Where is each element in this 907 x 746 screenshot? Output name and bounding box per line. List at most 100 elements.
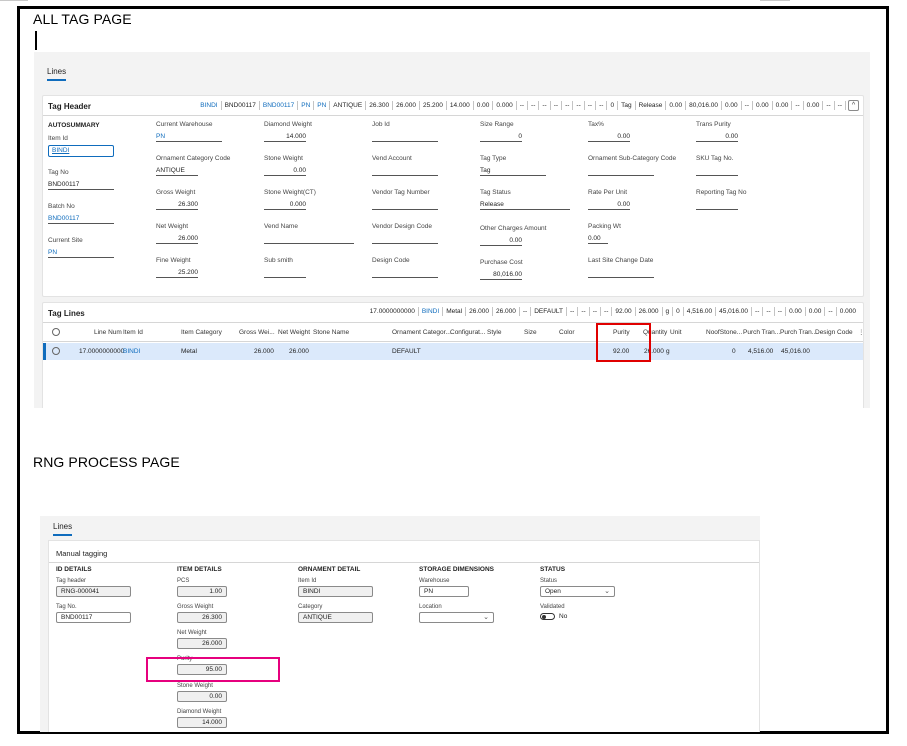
fine-weight-value[interactable]: 25.200 bbox=[156, 268, 198, 278]
tax-value[interactable]: 0.00 bbox=[588, 132, 630, 142]
net-weight-field[interactable]: Net Weight 26.000 bbox=[177, 630, 227, 649]
packing-wt-value[interactable]: 0.00 bbox=[588, 234, 608, 244]
tag-status-field[interactable]: Tag Status Release bbox=[480, 189, 570, 210]
col-line-num[interactable]: Line Num bbox=[94, 329, 122, 336]
col-style[interactable]: Style bbox=[487, 329, 501, 336]
gross-weight-value[interactable]: 26.300 bbox=[156, 200, 198, 210]
vendor-design-code-field[interactable]: Vendor Design Code bbox=[372, 223, 438, 244]
design-code-field[interactable]: Design Code bbox=[372, 257, 438, 278]
col-design-code[interactable]: Design Code bbox=[815, 329, 853, 336]
summary-value[interactable]: PN bbox=[298, 101, 315, 110]
current-warehouse-value[interactable]: PN bbox=[156, 132, 222, 142]
location-dropdown[interactable]: ⌄ bbox=[419, 612, 494, 623]
diamond-weight-field[interactable]: Diamond Weight 14.000 bbox=[177, 709, 227, 728]
tax-field[interactable]: Tax% 0.00 bbox=[588, 121, 630, 142]
packing-wt-field[interactable]: Packing Wt 0.00 bbox=[588, 223, 621, 244]
chevron-up-icon[interactable]: ^ bbox=[848, 100, 859, 111]
col-ornament-category[interactable]: Ornament Categor... bbox=[392, 329, 451, 336]
ornament-category-value[interactable]: ANTIQUE bbox=[156, 166, 198, 176]
stone-weight-ct-value[interactable]: 0.000 bbox=[264, 200, 306, 210]
last-site-change-field[interactable]: Last Site Change Date bbox=[588, 257, 654, 278]
col-unit[interactable]: Unit bbox=[670, 329, 682, 336]
job-id-value[interactable] bbox=[372, 132, 438, 142]
fine-weight-field[interactable]: Fine Weight 25.200 bbox=[156, 257, 222, 278]
vendor-tag-number-field[interactable]: Vendor Tag Number bbox=[372, 189, 438, 210]
diamond-weight-value[interactable]: 14.000 bbox=[264, 132, 306, 142]
ornament-subcategory-field[interactable]: Ornament Sub-Category Code bbox=[588, 155, 676, 176]
net-weight-input[interactable]: 26.000 bbox=[177, 638, 227, 649]
col-net-weight[interactable]: Net Weight bbox=[278, 329, 310, 336]
item-id-field[interactable]: Item Id BINDI bbox=[298, 578, 373, 597]
ornament-category-field[interactable]: Ornament Category Code ANTIQUE bbox=[156, 155, 230, 176]
location-field[interactable]: Location ⌄ bbox=[419, 604, 494, 623]
summary-value[interactable]: PN bbox=[314, 101, 331, 110]
batch-no-field[interactable]: Batch No BND00117 bbox=[48, 203, 114, 224]
purchase-cost-field[interactable]: Purchase Cost 80,016.00 bbox=[480, 259, 523, 280]
cell-item-id[interactable]: BINDI bbox=[123, 348, 140, 355]
vend-account-field[interactable]: Vend Account bbox=[372, 155, 438, 176]
other-charges-field[interactable]: Other Charges Amount 0.00 bbox=[480, 225, 546, 246]
tag-status-value[interactable]: Release bbox=[480, 200, 570, 210]
stone-weight-field[interactable]: Stone Weight 0.00 bbox=[177, 683, 227, 702]
warehouse-field[interactable]: Warehouse PN bbox=[419, 578, 469, 597]
col-gross-weight[interactable]: Gross Wei... bbox=[239, 329, 275, 336]
tag-no-value[interactable]: BND00117 bbox=[48, 180, 114, 190]
tag-header-input[interactable]: RNG-000041 bbox=[56, 586, 131, 597]
tag-no-input[interactable]: BND00117 bbox=[56, 612, 131, 623]
col-size[interactable]: Size bbox=[524, 329, 537, 336]
item-id-field[interactable]: Item Id BINDI bbox=[48, 135, 114, 157]
gross-weight-field[interactable]: Gross Weight 26.300 bbox=[177, 604, 227, 623]
purchase-cost-value[interactable]: 80,016.00 bbox=[480, 270, 522, 280]
other-charges-value[interactable]: 0.00 bbox=[480, 236, 522, 246]
status-field[interactable]: Status Open ⌄ bbox=[540, 578, 615, 597]
ornament-subcategory-value[interactable] bbox=[588, 166, 654, 176]
design-code-value[interactable] bbox=[372, 268, 438, 278]
pcs-field[interactable]: PCS 1.00 bbox=[177, 578, 227, 597]
reporting-tag-no-field[interactable]: Reporting Tag No bbox=[696, 189, 746, 210]
size-range-value[interactable]: 0 bbox=[480, 132, 522, 142]
gross-weight-field[interactable]: Gross Weight 26.300 bbox=[156, 189, 222, 210]
rate-per-unit-field[interactable]: Rate Per Unit 0.00 bbox=[588, 189, 630, 210]
batch-no-value[interactable]: BND00117 bbox=[48, 214, 114, 224]
current-site-value[interactable]: PN bbox=[48, 248, 114, 258]
vendor-tag-number-value[interactable] bbox=[372, 200, 438, 210]
summary-value[interactable]: BINDI bbox=[197, 101, 222, 110]
col-item-id[interactable]: Item Id bbox=[123, 329, 143, 336]
col-purch-tran-1[interactable]: Purch Tran... bbox=[743, 329, 780, 336]
item-id-input[interactable]: BINDI bbox=[298, 586, 373, 597]
chevron-down-icon[interactable]: ⌄ bbox=[483, 613, 489, 622]
sub-smith-value[interactable] bbox=[264, 268, 306, 278]
tag-no-field[interactable]: Tag No BND00117 bbox=[48, 169, 114, 190]
tag-header-field[interactable]: Tag header RNG-000041 bbox=[56, 578, 131, 597]
category-field[interactable]: Category ANTIQUE bbox=[298, 604, 373, 623]
trans-purity-field[interactable]: Trans Purity 0.00 bbox=[696, 121, 738, 142]
stone-weight-field[interactable]: Stone Weight 0.00 bbox=[264, 155, 330, 176]
warehouse-input[interactable]: PN bbox=[419, 586, 469, 597]
stone-weight-ct-field[interactable]: Stone Weight(CT) 0.000 bbox=[264, 189, 330, 210]
summary-value[interactable]: BND00117 bbox=[260, 101, 299, 110]
job-id-field[interactable]: Job Id bbox=[372, 121, 438, 142]
col-configuration[interactable]: Configurat... bbox=[450, 329, 485, 336]
vendor-design-code-value[interactable] bbox=[372, 234, 438, 244]
sku-tag-no-value[interactable] bbox=[696, 166, 738, 176]
trans-purity-value[interactable]: 0.00 bbox=[696, 132, 738, 142]
net-weight-value[interactable]: 26.000 bbox=[156, 234, 198, 244]
validated-field[interactable]: Validated No bbox=[540, 604, 615, 620]
column-options-icon[interactable]: ⋮ bbox=[858, 328, 865, 336]
col-item-category[interactable]: Item Category bbox=[181, 329, 222, 336]
col-no-of-stones[interactable]: NoofStone... bbox=[706, 329, 742, 336]
row-select-radio[interactable] bbox=[52, 347, 60, 355]
vend-name-value[interactable] bbox=[264, 234, 354, 244]
rate-per-unit-value[interactable]: 0.00 bbox=[588, 200, 630, 210]
net-weight-field[interactable]: Net Weight 26.000 bbox=[156, 223, 222, 244]
vend-name-field[interactable]: Vend Name bbox=[264, 223, 354, 244]
tag-type-value[interactable]: Tag bbox=[480, 166, 546, 176]
diamond-weight-input[interactable]: 14.000 bbox=[177, 717, 227, 728]
col-purch-tran-2[interactable]: Purch Tran... bbox=[780, 329, 817, 336]
stone-weight-input[interactable]: 0.00 bbox=[177, 691, 227, 702]
summary-value[interactable]: BINDI bbox=[419, 307, 444, 316]
tag-no-field[interactable]: Tag No. BND00117 bbox=[56, 604, 131, 623]
reporting-tag-no-value[interactable] bbox=[696, 200, 738, 210]
chevron-down-icon[interactable]: ⌄ bbox=[604, 587, 610, 596]
sub-smith-field[interactable]: Sub smith bbox=[264, 257, 306, 278]
